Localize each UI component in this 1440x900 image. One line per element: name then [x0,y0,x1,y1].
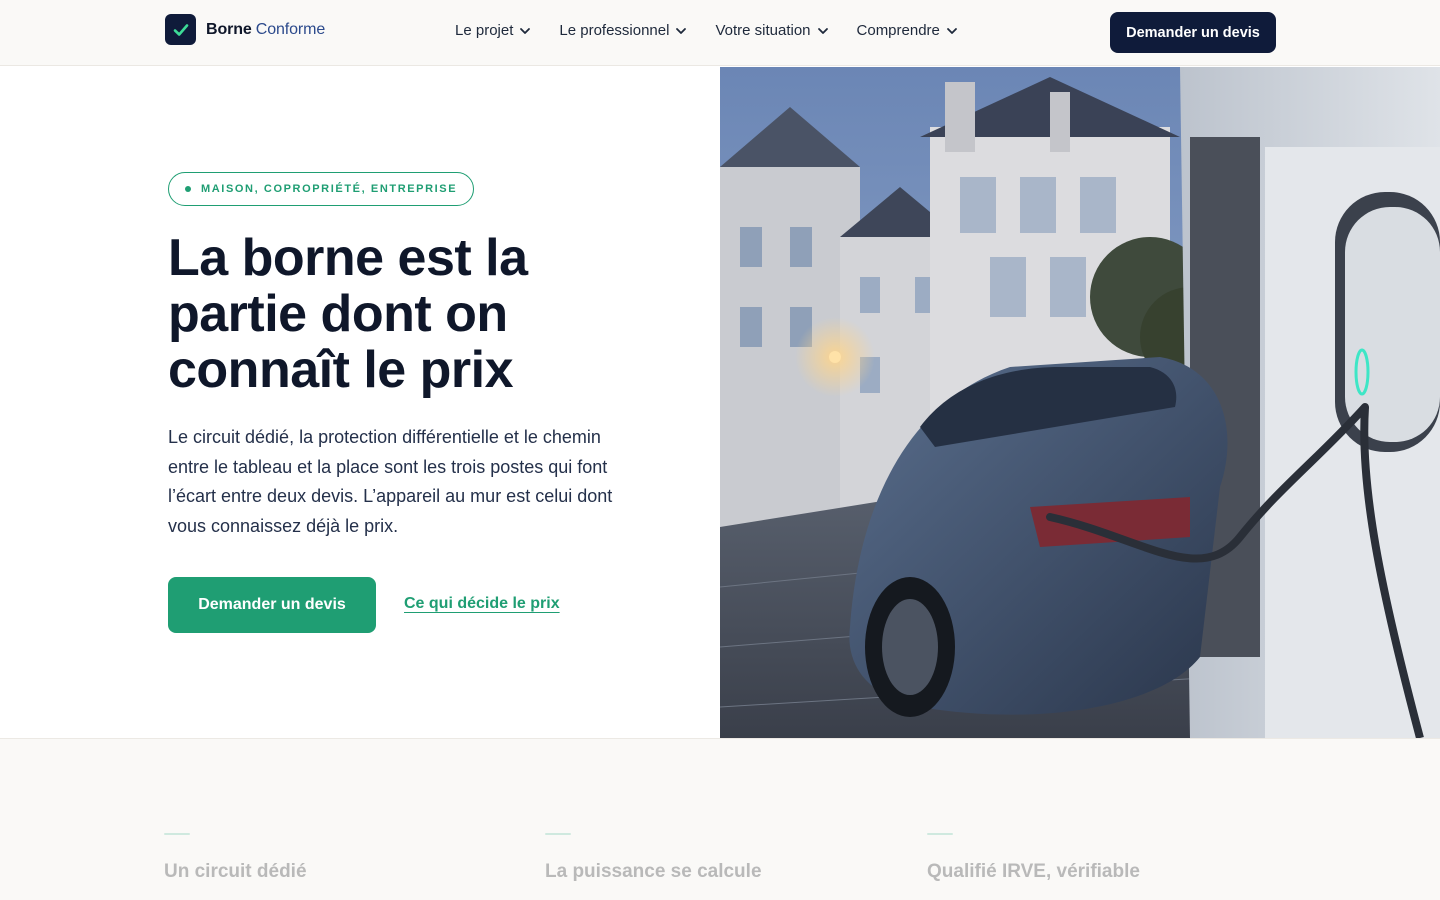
hero-section [0,67,720,738]
header-quote-button[interactable]: Demander un devis [1110,12,1276,53]
chevron-down-icon [520,27,531,34]
nav-item-label: Le projet [455,22,514,39]
hero-photo-ev-charging [720,67,1440,738]
feature-title: Un circuit dédié [164,861,307,882]
feature-title: La puissance se calcule [545,861,762,882]
nav-item-le-projet[interactable]: Le projet [455,22,531,39]
site-header: Borne Conforme Le projet Le professionnel… [0,0,1440,66]
feature-accent-bar [545,833,571,835]
hero-title: La borne est la partie dont on connaît l… [168,229,528,399]
hero-lead: Le circuit dédié, la protection différen… [168,427,613,537]
chevron-down-icon [946,27,957,34]
feature-accent-bar [927,833,953,835]
feature-power-calculation: La puissance se calcule [545,833,762,883]
brand-name: Borne Conforme [206,20,326,38]
nav-item-label: Votre situation [715,22,811,39]
audience-badge: MAISON, COPROPRIÉTÉ, ENTREPRISE [168,172,475,206]
chevron-down-icon [676,27,687,34]
feature-title: Qualifié IRVE, vérifiable [927,861,1140,882]
dot-icon [185,186,191,192]
nav-item-votre-situation[interactable]: Votre situation [715,22,828,39]
feature-dedicated-circuit: Un circuit dédié [164,833,307,883]
main-nav: Le projet Le professionnel Votre situati… [455,22,958,39]
chevron-down-icon [817,27,828,34]
nav-item-label: Comprendre [856,22,940,39]
nav-item-le-professionnel[interactable]: Le professionnel [559,22,687,39]
feature-irve-qualified: Qualifié IRVE, vérifiable [927,833,1140,883]
features-section: Un circuit dédié La puissance se calcule… [0,738,1440,900]
logo-link[interactable]: Borne Conforme [165,14,325,45]
badge-label: MAISON, COPROPRIÉTÉ, ENTREPRISE [201,183,458,195]
feature-accent-bar [164,833,190,835]
price-factors-link[interactable]: Ce qui décide le prix [404,595,560,613]
ev-charging-illustration [720,67,1440,738]
nav-item-comprendre[interactable]: Comprendre [857,22,958,39]
nav-item-label: Le professionnel [559,22,670,39]
checkmark-logo-icon [165,14,196,45]
hero-quote-button[interactable]: Demander un devis [168,577,376,633]
